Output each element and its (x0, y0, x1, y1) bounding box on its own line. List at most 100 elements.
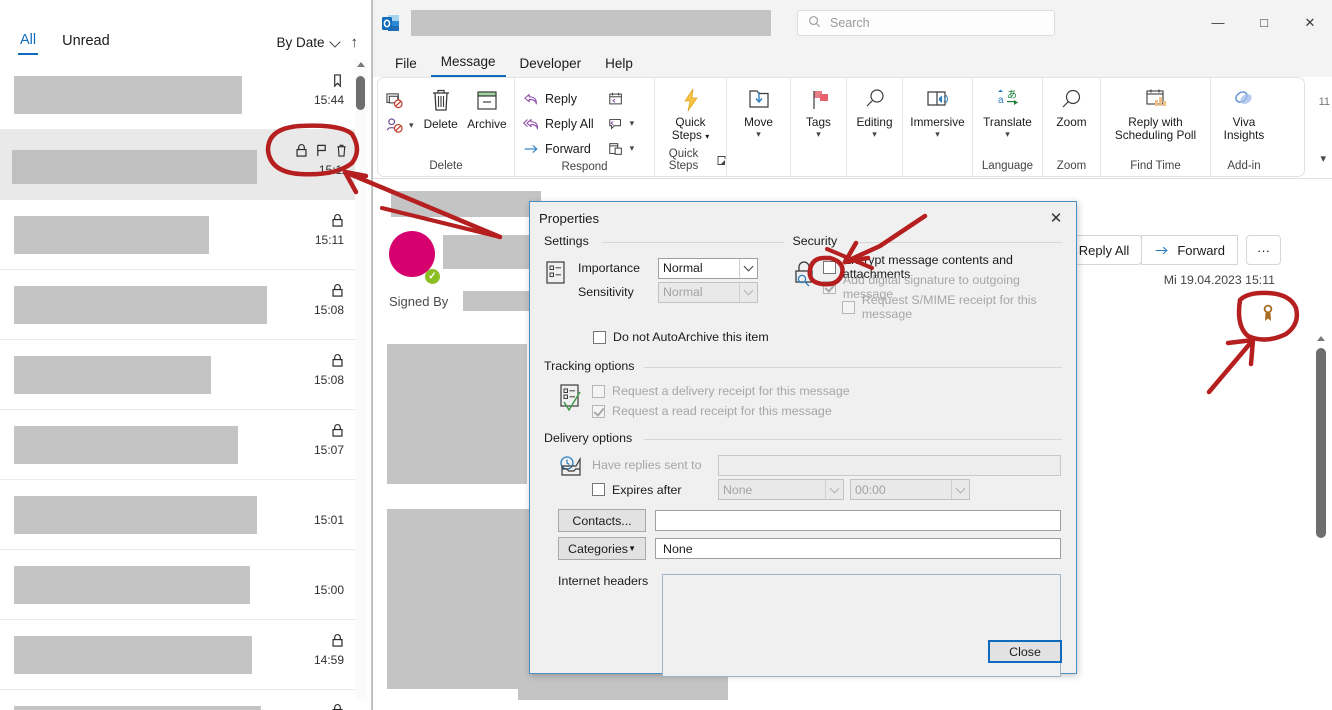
zoom-button[interactable]: Zoom (1047, 84, 1096, 129)
chevron-down-icon[interactable]: ▾ (816, 129, 821, 138)
translate-button[interactable]: a あ Translate ▾ (977, 84, 1038, 138)
more-actions-button[interactable]: ··· (1246, 235, 1281, 265)
message-list-item[interactable]: 15:08 (0, 270, 356, 340)
reading-pane-scrollbar[interactable] (1315, 334, 1327, 710)
ribbon-group-addin: Viva Insights Add-in (1211, 78, 1277, 176)
message-list[interactable]: 15:44 15:11 15:11 15:08 15:08 15:07 15:01 15:00… (0, 60, 356, 710)
reply-with-scheduling-poll-button[interactable]: Reply with Scheduling Poll (1105, 84, 1206, 141)
delivery-receipt-checkbox[interactable] (592, 384, 605, 398)
ribbon-group-label-respond: Respond (561, 161, 608, 173)
expires-date-dropdown[interactable]: None (718, 479, 844, 500)
delivery-clock-icon (544, 453, 592, 502)
autoarchive-checkbox[interactable] (593, 330, 606, 344)
message-icons (331, 73, 344, 91)
scrollbar-thumb[interactable] (1316, 348, 1326, 538)
sensitivity-dropdown[interactable]: Normal (658, 281, 758, 303)
digital-signature-checkbox[interactable] (822, 280, 836, 294)
tab-help[interactable]: Help (595, 53, 643, 77)
archive-button[interactable]: Archive (464, 84, 510, 131)
encrypt-checkbox[interactable] (822, 260, 836, 274)
smime-receipt-checkbox[interactable] (841, 300, 855, 314)
close-window-button[interactable]: ✕ (1287, 0, 1332, 45)
delivery-group: Have replies sent to Expires after None (544, 447, 1062, 502)
signed-badge-icon[interactable] (1259, 304, 1277, 326)
chevron-down-icon[interactable]: ▾ (935, 129, 940, 138)
flag-icon[interactable] (315, 143, 328, 161)
quick-steps-dialog-launcher-icon[interactable] (717, 155, 726, 165)
have-replies-input[interactable] (718, 454, 1061, 476)
viva-insights-button[interactable]: Viva Insights (1215, 84, 1273, 141)
message-list-item[interactable]: 14:59 (0, 690, 356, 710)
message-list-item[interactable]: 15:11 (0, 130, 356, 200)
search-input[interactable]: Search (797, 9, 1055, 36)
categories-input[interactable]: None (655, 538, 1061, 559)
expires-after-option-row[interactable]: Expires after (592, 480, 712, 500)
chevron-down-icon[interactable]: ▾ (630, 143, 635, 154)
message-list-item[interactable]: 14:59 (0, 620, 356, 690)
reply-button[interactable]: Reply (519, 86, 598, 111)
sort-direction-arrow-up-icon[interactable]: ↑ (351, 35, 359, 50)
read-receipt-option-row[interactable]: Request a read receipt for this message (592, 401, 850, 421)
expires-after-checkbox[interactable] (592, 483, 605, 496)
bookmark-icon (331, 73, 344, 91)
reply-with-im-button[interactable]: ▾ (604, 111, 639, 136)
search-icon (808, 15, 821, 31)
tab-file[interactable]: File (385, 53, 427, 77)
scroll-up-arrow-icon[interactable] (1317, 336, 1325, 341)
message-list-item[interactable]: 15:00 (0, 550, 356, 620)
autoarchive-option-row[interactable]: Do not AutoArchive this item (593, 327, 1062, 347)
filter-tab-unread[interactable]: Unread (60, 31, 112, 54)
maximize-button[interactable]: □ (1241, 0, 1287, 45)
chevron-down-icon[interactable]: ▾ (630, 118, 635, 129)
reading-forward-button[interactable]: Forward (1141, 235, 1238, 265)
categories-button[interactable]: Categories ▼ (558, 537, 646, 560)
chevron-down-icon[interactable]: ▾ (1005, 129, 1010, 138)
message-list-item[interactable]: 15:44 (0, 60, 356, 130)
delivery-receipt-option-row[interactable]: Request a delivery receipt for this mess… (592, 381, 850, 401)
smime-receipt-label: Request S/MIME receipt for this message (861, 293, 1037, 321)
dialog-close-button[interactable]: Close (988, 640, 1062, 663)
more-respond-button[interactable]: ▾ (604, 136, 639, 161)
sort-by-date-dropdown[interactable]: By Date (276, 35, 340, 50)
block-sender-button[interactable]: ▾ (382, 113, 418, 138)
message-list-item[interactable]: 15:07 (0, 410, 356, 480)
mail-list-scrollbar[interactable] (355, 60, 367, 700)
message-list-item[interactable]: 15:01 (0, 480, 356, 550)
scroll-up-arrow-icon[interactable] (357, 62, 365, 67)
importance-dropdown[interactable]: Normal (658, 257, 758, 279)
chevron-down-icon[interactable] (739, 258, 757, 278)
message-list-item[interactable]: 15:11 (0, 200, 356, 270)
contacts-button[interactable]: Contacts... (558, 509, 646, 532)
block-sender-icon (386, 117, 403, 134)
delete-button[interactable]: Delete (418, 84, 464, 131)
chevron-down-icon[interactable]: ▾ (409, 120, 414, 131)
ignore-button[interactable] (382, 88, 418, 113)
message-time: 15:11 (318, 163, 348, 177)
tab-developer[interactable]: Developer (510, 53, 592, 77)
contacts-input[interactable] (655, 510, 1061, 531)
immersive-button[interactable]: Immersive ▾ (907, 84, 968, 138)
message-list-item[interactable]: 15:08 (0, 340, 356, 410)
move-button[interactable]: Move ▾ (731, 84, 786, 138)
scrollbar-thumb[interactable] (356, 76, 365, 110)
editing-button[interactable]: Editing ▾ (851, 84, 898, 138)
chevron-down-icon[interactable]: ▾ (872, 129, 877, 138)
read-receipt-checkbox[interactable] (592, 404, 605, 418)
forward-button[interactable]: Forward (519, 136, 598, 161)
ribbon-collapse-chevron-down-icon[interactable]: ▾ (1320, 152, 1326, 165)
reply-all-button[interactable]: Reply All (519, 111, 598, 136)
expires-time-dropdown[interactable]: 00:00 (850, 479, 970, 500)
message-subject-redacted (14, 706, 261, 710)
minimize-button[interactable]: — (1195, 0, 1241, 45)
close-icon[interactable]: ✕ (1036, 202, 1076, 234)
chevron-down-icon[interactable]: ▾ (756, 129, 761, 138)
meeting-reply-button[interactable] (604, 86, 639, 111)
ribbon-group-label-delete: Delete (429, 160, 463, 172)
tags-button[interactable]: Tags ▾ (795, 84, 842, 138)
trash-icon[interactable] (335, 143, 348, 161)
ribbon-group-delete: ▾ Delete Archive Delete (378, 78, 515, 176)
filter-tab-all[interactable]: All (18, 30, 39, 55)
tab-message[interactable]: Message (430, 51, 506, 77)
lightning-icon (677, 86, 705, 114)
quick-steps-button[interactable]: Quick Steps ▾ (660, 84, 722, 143)
